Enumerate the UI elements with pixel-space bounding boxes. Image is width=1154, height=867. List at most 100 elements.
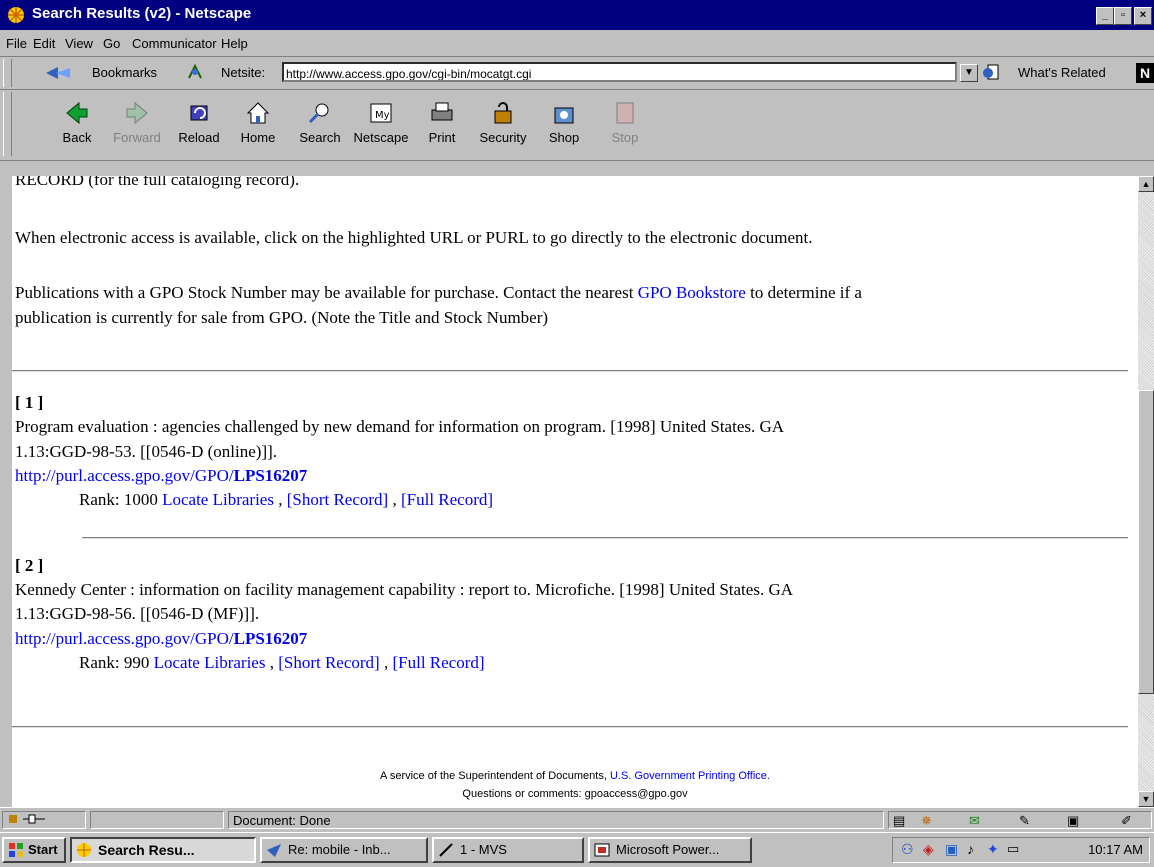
window-title: Search Results (v2) - Netscape xyxy=(32,5,252,22)
short-record-link[interactable]: [Short Record] xyxy=(278,653,380,672)
search-button[interactable]: Search xyxy=(289,94,351,154)
security-status[interactable] xyxy=(2,811,86,829)
stop-button[interactable]: Stop xyxy=(594,94,656,154)
window-left-edge xyxy=(0,176,12,807)
edit-icon[interactable]: ✐ xyxy=(1121,812,1132,830)
network-icon[interactable]: ▣ xyxy=(945,841,958,858)
shop-button[interactable]: Shop xyxy=(533,94,595,154)
full-record-link[interactable]: [Full Record] xyxy=(401,490,493,509)
toolbar-grip[interactable] xyxy=(3,92,12,156)
navigator-icon[interactable]: ▤ xyxy=(893,812,905,830)
collapsed-toolbar-tabs[interactable] xyxy=(0,161,1154,176)
result-rank-line: Rank: 1000 Locate Libraries , [Short Rec… xyxy=(79,490,494,509)
netsite-label: Netsite: xyxy=(221,65,266,80)
gpo-link[interactable]: U.S. Government Printing Office. xyxy=(610,770,770,782)
antivirus-icon[interactable]: ◈ xyxy=(923,841,934,858)
home-icon xyxy=(246,102,270,124)
page-content: RECORD (for the full cataloging record).… xyxy=(12,176,1138,807)
taskbar: Start Search Resu... Re: mobile - Inb...… xyxy=(0,832,1154,867)
result-title: Program evaluation : agencies challenged… xyxy=(15,417,785,436)
security-label: Security xyxy=(479,130,527,145)
menu-view[interactable]: View xyxy=(65,36,93,51)
start-button[interactable]: Start xyxy=(2,837,66,863)
scroll-up-button[interactable]: ▲ xyxy=(1138,176,1154,192)
netscape-status-icon[interactable]: ✵ xyxy=(921,812,932,830)
short-record-link[interactable]: [Short Record] xyxy=(287,490,389,509)
task-mail[interactable]: Re: mobile - Inb... xyxy=(260,837,428,863)
scroll-down-button[interactable]: ▼ xyxy=(1138,791,1154,807)
task-mvs[interactable]: 1 - MVS xyxy=(432,837,584,863)
terminal-task-icon xyxy=(439,843,453,857)
separator xyxy=(12,370,1128,372)
forward-button[interactable]: Forward xyxy=(106,94,168,154)
task-powerpoint[interactable]: Microsoft Power... xyxy=(588,837,752,863)
search-icon xyxy=(308,103,329,124)
gpo-bookstore-link[interactable]: GPO Bookstore xyxy=(638,283,746,302)
menu-bar: File Edit View Go Communicator Help xyxy=(0,30,1154,57)
bookmarks-button[interactable]: Bookmarks xyxy=(92,65,157,80)
rank-text: Rank: 1000 xyxy=(79,490,158,509)
result-number: [ 2 ] xyxy=(15,556,44,575)
stop-label: Stop xyxy=(611,130,639,145)
security-button[interactable]: Security xyxy=(472,94,534,154)
toolbar-grip[interactable] xyxy=(3,59,12,87)
forward-label: Forward xyxy=(113,130,161,145)
title-bar: Search Results (v2) - Netscape _ ▫ × xyxy=(0,0,1154,30)
composer-icon[interactable]: ▣ xyxy=(1067,812,1079,830)
whats-related-button[interactable]: What's Related xyxy=(1018,65,1106,80)
mail-icon[interactable]: ✉ xyxy=(969,812,980,830)
back-label: Back xyxy=(62,130,92,145)
url-dropdown-button[interactable]: ▼ xyxy=(960,64,978,82)
result-title: Kennedy Center : information on facility… xyxy=(15,580,793,599)
forward-arrow-icon xyxy=(126,101,148,125)
discussion-icon[interactable]: ✎ xyxy=(1019,812,1030,830)
back-arrow-icon xyxy=(66,101,88,125)
powerpoint-task-icon xyxy=(594,843,610,857)
url-input[interactable]: http://www.access.gpo.gov/cgi-bin/mocatg… xyxy=(282,62,957,82)
messenger-icon[interactable]: ✦ xyxy=(987,841,999,858)
locate-libraries-link[interactable]: Locate Libraries xyxy=(162,490,274,509)
keyboard-icon[interactable]: ▭ xyxy=(1007,841,1019,857)
status-bar: Document: Done ▤ ✵ ✉ ✎ ▣ ✐ xyxy=(0,807,1154,832)
home-button[interactable]: Home xyxy=(227,94,289,154)
maximize-button[interactable]: ▫ xyxy=(1114,7,1132,25)
back-button[interactable]: Back xyxy=(46,94,108,154)
result-sudoc: 1.13:GGD-98-56. [[0546-D (MF)]]. xyxy=(15,604,260,623)
menu-help[interactable]: Help xyxy=(221,36,248,51)
reload-label: Reload xyxy=(178,130,220,145)
purchase-text: Publications with a GPO Stock Number may… xyxy=(15,283,862,302)
menu-file[interactable]: File xyxy=(6,36,27,51)
locate-libraries-link[interactable]: Locate Libraries xyxy=(154,653,266,672)
reload-button[interactable]: Reload xyxy=(168,94,230,154)
clock[interactable]: 10:17 AM xyxy=(1088,842,1143,857)
netscape-button[interactable]: My Netscape xyxy=(350,94,412,154)
minimize-button[interactable]: _ xyxy=(1096,7,1114,25)
status-text: Document: Done xyxy=(228,811,884,829)
print-icon xyxy=(431,102,453,121)
vertical-scrollbar[interactable]: ▲ ▼ xyxy=(1138,176,1154,807)
scroll-thumb[interactable] xyxy=(1138,390,1154,694)
top-fragment: RECORD (for the full cataloging record). xyxy=(15,176,300,189)
volume-icon[interactable]: ♪ xyxy=(967,841,974,857)
result-purl-link[interactable]: http://purl.access.gpo.gov/GPO/LPS16207 xyxy=(15,466,307,486)
electronic-access-text: When electronic access is available, cli… xyxy=(15,228,813,247)
print-button[interactable]: Print xyxy=(411,94,473,154)
result-number: [ 1 ] xyxy=(15,393,44,412)
navigation-toolbar: Back Forward Reload Home Search My Netsc… xyxy=(0,90,1154,161)
task-search-results[interactable]: Search Resu... xyxy=(70,837,256,863)
netscape-app-icon xyxy=(8,7,24,23)
svg-text:My: My xyxy=(375,110,390,121)
close-button[interactable]: × xyxy=(1134,7,1152,25)
menu-communicator[interactable]: Communicator xyxy=(132,36,217,51)
shop-label: Shop xyxy=(548,130,580,145)
tray-icon[interactable]: ⚇ xyxy=(901,841,914,858)
menu-go[interactable]: Go xyxy=(103,36,120,51)
result-purl-link[interactable]: http://purl.access.gpo.gov/GPO/LPS16207 xyxy=(15,629,307,649)
reload-icon xyxy=(190,105,208,121)
footer-line-1: A service of the Superintendent of Docum… xyxy=(380,770,770,782)
separator xyxy=(12,726,1128,728)
full-record-link[interactable]: [Full Record] xyxy=(392,653,484,672)
menu-edit[interactable]: Edit xyxy=(33,36,55,51)
print-label: Print xyxy=(428,130,456,145)
lock-icon xyxy=(494,102,512,124)
